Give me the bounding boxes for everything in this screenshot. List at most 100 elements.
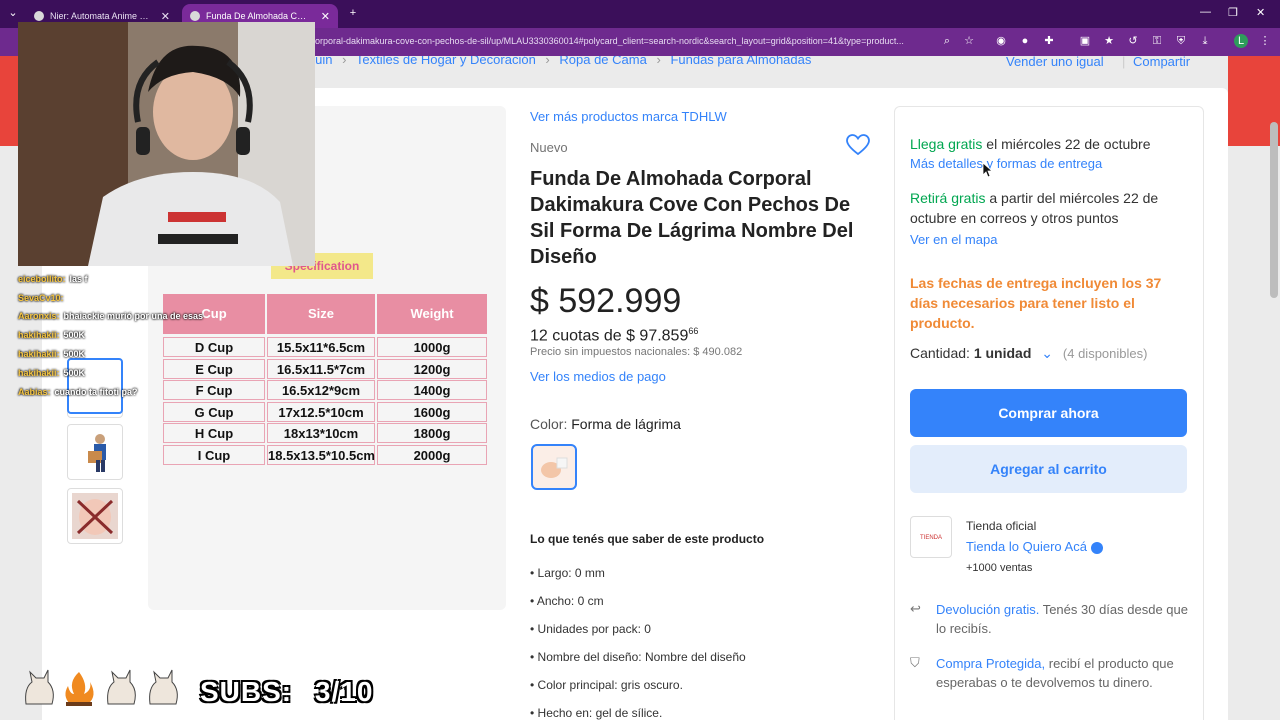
delivery-person-image [88, 434, 106, 472]
see-map-link[interactable]: Ver en el mapa [910, 230, 1195, 250]
thumbnail-selected[interactable] [67, 358, 123, 414]
quantity-label: Cantidad: [910, 345, 974, 361]
sell-same-link[interactable]: Vender uno igual [1006, 56, 1104, 69]
screenshot-icon[interactable]: ▣ [1078, 34, 1092, 48]
thumbnail[interactable] [67, 488, 123, 544]
puzzle-icon[interactable]: ✚ [1042, 34, 1056, 48]
breadcrumb: ...ruin › Textiles de Hogar y Decoración… [300, 56, 811, 67]
spec-cell: 18x13*10cm [267, 423, 375, 443]
free-shipping-label: Llega gratis [910, 136, 983, 152]
spec-cell: H Cup [163, 423, 265, 443]
breadcrumb-item[interactable]: Ropa de Cama [559, 56, 646, 67]
new-tab-icon[interactable]: + [346, 6, 360, 20]
minimize-icon[interactable]: — [1200, 6, 1211, 18]
subs-count: 3/10 [314, 676, 374, 707]
feature-item: • Unidades por pack: 0 [530, 622, 651, 636]
seller-type: Tienda oficial [966, 519, 1037, 533]
heart-icon[interactable] [846, 134, 870, 156]
chat-message: eicebollito: las f [18, 274, 88, 284]
webcam-overlay [18, 22, 315, 266]
feature-text: Ancho: 0 cm [536, 594, 604, 608]
chat-message: Aabias: cuando ta fitoti pa? [18, 387, 138, 397]
spec-header: Weight [377, 294, 487, 334]
page-scrollbar[interactable] [1270, 122, 1278, 298]
payment-methods-link[interactable]: Ver los medios de pago [530, 369, 666, 384]
zoom-icon[interactable]: ⌕ [940, 34, 954, 48]
chevron-down-icon[interactable]: ⌄ [1041, 345, 1053, 361]
seller-sales: +1000 ventas [966, 562, 1033, 574]
chat-username: SevaCv10: [18, 293, 64, 303]
tab-title: Funda De Almohada Corporal Dakimakura [206, 11, 311, 21]
chat-message: hakihakii: 500K [18, 368, 85, 378]
bookmark-star-icon[interactable]: ☆ [962, 34, 976, 48]
protected-purchase-link[interactable]: Compra Protegida, [936, 656, 1045, 671]
spec-cell: E Cup [163, 358, 265, 379]
streamer-webcam-image [18, 22, 315, 266]
color-swatch[interactable] [531, 444, 577, 490]
feature-text: Largo: 0 mm [537, 566, 605, 580]
chat-username: Aaronxis: [18, 311, 60, 321]
feature-text: Color principal: gris oscuro. [537, 678, 683, 692]
pickup-line: Retirá gratis a partir del miércoles 22 … [910, 188, 1195, 228]
breadcrumb-item[interactable]: Textiles de Hogar y Decoración [356, 56, 536, 67]
delivery-note: Las fechas de entrega incluyen los 37 dí… [910, 275, 1162, 331]
feature-item: • Ancho: 0 cm [530, 594, 604, 608]
vpn-icon[interactable]: ⛨ [1174, 34, 1188, 48]
brand-link[interactable]: Ver más productos marca TDHLW [530, 109, 727, 124]
chat-message: hakihakii: 500K [18, 349, 85, 359]
tab-search-icon[interactable]: ⌄ [6, 6, 20, 20]
installments-cents: 66 [688, 326, 699, 336]
url-field[interactable]: orporal-dakimakura-cove-con-pechos-de-si… [315, 36, 930, 46]
extension-icon[interactable]: ◉ [994, 34, 1008, 48]
color-value: Forma de lágrima [571, 416, 681, 432]
seller-logo[interactable]: TIENDA [910, 516, 952, 558]
installments: 12 cuotas de $ 97.85966 [530, 326, 698, 345]
add-to-cart-button[interactable]: Agregar al carrito [910, 445, 1187, 493]
feature-item: • Hecho en: gel de sílice. [530, 706, 662, 720]
color-label-text: Color: [530, 416, 572, 432]
menu-icon[interactable]: ⋮ [1258, 34, 1272, 48]
color-label: Color: Forma de lágrima [530, 416, 681, 432]
chat-username: hakihakii: [18, 330, 60, 340]
spec-cell: 1200g [377, 358, 487, 379]
history-icon[interactable]: ↺ [1126, 34, 1140, 48]
seller-name-link[interactable]: Tienda lo Quiero Acá [966, 539, 1103, 554]
screen: ⌄ Nier: Automata Anime Dakimakura ✕ Fund… [0, 0, 1280, 720]
download-icon[interactable]: ⤓ [1198, 34, 1212, 48]
buy-now-button[interactable]: Comprar ahora [910, 389, 1187, 437]
mouse-cursor-icon [982, 162, 994, 178]
quantity-selector[interactable]: Cantidad: 1 unidad ⌄ (4 disponibles) [910, 345, 1147, 362]
spec-cell: 15.5x11*6.5cm [267, 337, 375, 357]
close-window-icon[interactable]: ✕ [1256, 6, 1265, 19]
chat-username: hakihakii: [18, 368, 60, 378]
thumbnail[interactable] [67, 424, 123, 480]
chat-username: Aabias: [18, 387, 51, 397]
extension-icon[interactable]: ● [1018, 34, 1032, 48]
profile-avatar-icon[interactable]: L [1234, 34, 1248, 48]
tab-close-icon[interactable]: ✕ [321, 10, 330, 23]
chat-username: eicebollito: [18, 274, 66, 284]
product-photo-image [72, 493, 118, 539]
price-without-tax: Precio sin impuestos nacionales: $ 490.0… [530, 346, 743, 358]
arrival-date: el miércoles 22 de octubre [982, 136, 1151, 152]
breadcrumb-item[interactable]: Fundas para Almohadas [670, 56, 811, 67]
quantity-value: 1 unidad [973, 345, 1032, 361]
condition-label: Nuevo [530, 140, 568, 155]
delivery-details-link[interactable]: Más detalles y formas de entrega [910, 154, 1195, 174]
spec-cell: 1000g [377, 337, 487, 357]
password-icon[interactable]: ⚿ [1150, 34, 1164, 48]
spec-cell: 17x12.5*10cm [267, 401, 375, 422]
chat-message: Aaronxis: bhaiackie murió por una de esas [18, 311, 203, 321]
spec-cell: G Cup [163, 401, 265, 422]
cat-emote-image [149, 669, 178, 705]
seller-name[interactable]: Tienda lo Quiero Acá [966, 539, 1087, 554]
free-return-link[interactable]: Devolución gratis. [936, 602, 1039, 617]
feature-item: • Largo: 0 mm [530, 566, 605, 580]
cat-emote-image [107, 669, 136, 705]
share-link[interactable]: Compartir [1133, 56, 1190, 69]
stock-available: (4 disponibles) [1062, 346, 1148, 361]
tab-close-icon[interactable]: ✕ [161, 10, 170, 23]
favorites-icon[interactable]: ★ [1102, 34, 1116, 48]
restore-icon[interactable]: ❐ [1228, 6, 1238, 19]
teardrop-swatch-image [541, 457, 568, 478]
